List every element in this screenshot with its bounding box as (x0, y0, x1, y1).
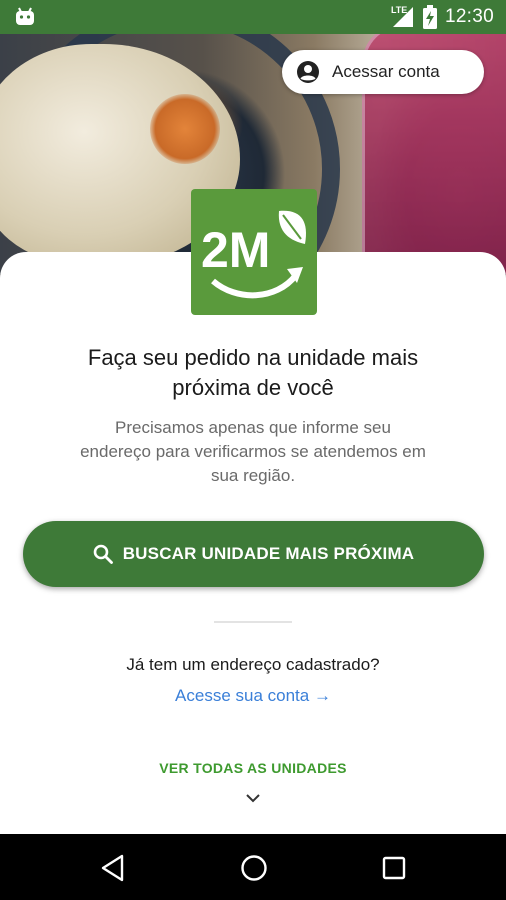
status-bar: LTE 12:30 (0, 0, 506, 34)
search-icon (93, 544, 113, 564)
logo-text: 2M (201, 222, 270, 278)
chevron-down-icon[interactable] (244, 792, 262, 804)
subtitle-line-2: endereço para verificarmos se atendemos … (80, 442, 426, 461)
subtitle: Precisamos apenas que informe seu endere… (40, 416, 466, 488)
battery-charging-icon (422, 5, 437, 29)
find-nearest-unit-button[interactable]: BUSCAR UNIDADE MAIS PRÓXIMA (23, 521, 484, 587)
headline-line-1: Faça seu pedido na unidade mais (87, 345, 419, 370)
divider (214, 621, 292, 623)
access-account-link[interactable]: Acesse sua conta → (0, 686, 506, 706)
home-icon[interactable] (240, 854, 268, 882)
back-icon[interactable] (100, 854, 126, 882)
brand-logo: 2M (191, 189, 317, 315)
account-button[interactable]: Acessar conta (282, 50, 484, 94)
signal-icon: LTE (389, 5, 415, 29)
account-circle-icon (297, 61, 319, 83)
account-button-label: Acessar conta (332, 62, 440, 81)
find-nearest-unit-label: BUSCAR UNIDADE MAIS PRÓXIMA (122, 544, 415, 563)
headline: Faça seu pedido na unidade mais próxima … (30, 343, 476, 403)
subtitle-line-3: sua região. (210, 466, 296, 485)
recents-icon[interactable] (382, 856, 406, 880)
address-question: Já tem um endereço cadastrado? (126, 655, 380, 674)
subtitle-line-1: Precisamos apenas que informe seu (115, 418, 391, 437)
android-icon (16, 7, 34, 25)
headline-line-2: próxima de você (172, 375, 334, 400)
navigation-bar (0, 834, 506, 900)
clock: 12:30 (444, 6, 494, 27)
view-all-units-link[interactable]: VER TODAS AS UNIDADES (0, 760, 506, 776)
carrot-decoration (150, 94, 220, 164)
